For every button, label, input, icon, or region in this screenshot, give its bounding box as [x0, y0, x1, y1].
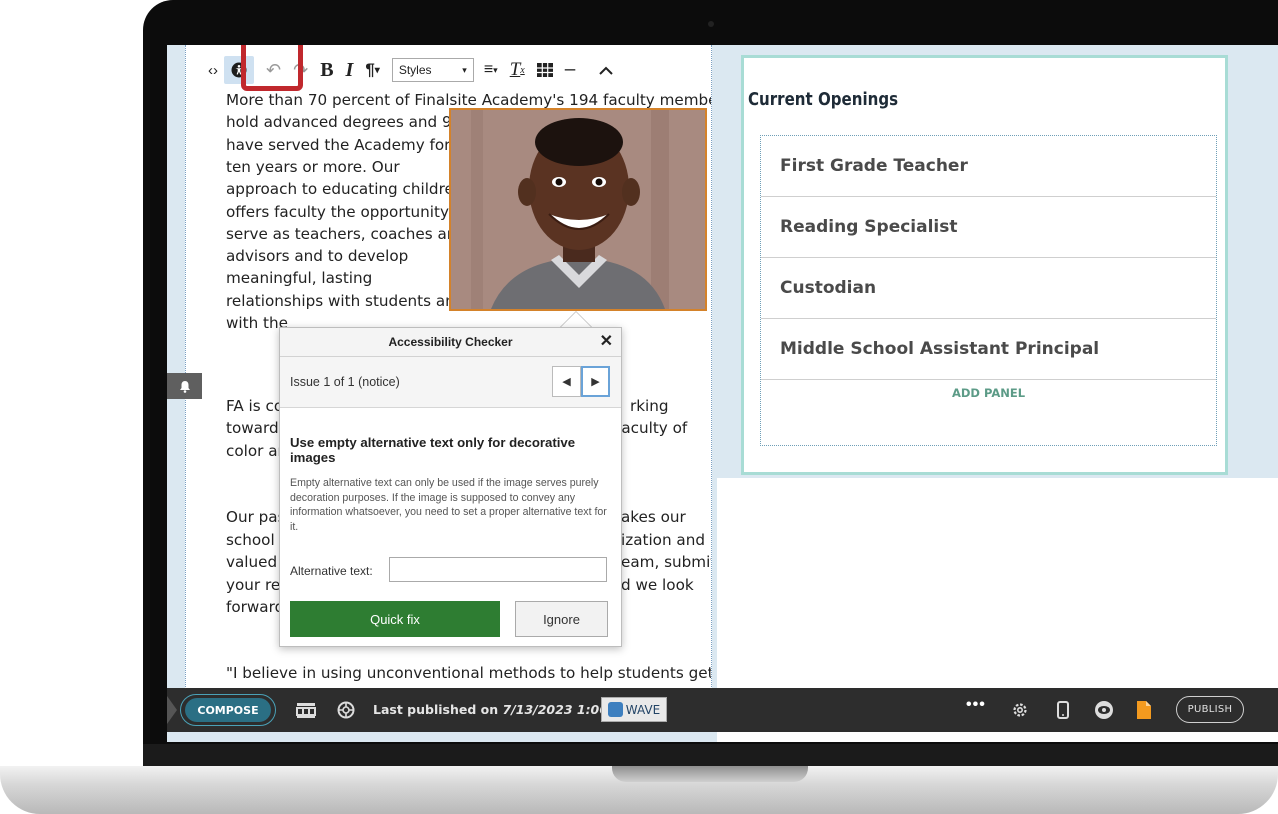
compose-button[interactable]: COMPOSE — [185, 698, 271, 722]
accordion-item[interactable]: Middle School Assistant Principal — [761, 319, 1216, 380]
alt-text-label: Alternative text: — [290, 564, 373, 578]
preview-eye-icon[interactable] — [1093, 699, 1115, 721]
openings-accordion: First Grade Teacher Reading Specialist C… — [760, 135, 1217, 446]
compose-button-outline[interactable]: COMPOSE — [180, 694, 276, 726]
openings-panel: Current Openings First Grade Teacher Rea… — [741, 55, 1228, 475]
para3-line4-right: d we look — [621, 576, 694, 594]
wave-label: WAVE — [625, 702, 661, 717]
source-code-icon[interactable]: ‹› — [208, 56, 218, 84]
layout-icon[interactable] — [295, 699, 317, 721]
accordion-item[interactable]: First Grade Teacher — [761, 136, 1216, 197]
para3-line1: Our pas — [226, 508, 286, 526]
editor-column: ‹› ↶ ↷ B I ¶ ▾ Styles ▾ ≡ ▾ T x – More t… — [167, 45, 717, 742]
issue-count: Issue 1 of 1 (notice) — [290, 375, 400, 389]
para2-line1-right: rking — [630, 397, 669, 415]
table-icon[interactable] — [536, 56, 553, 84]
paragraph-1-line: serve as teachers, coaches and — [226, 224, 467, 243]
paragraph-1-line: ten years or more. Our — [226, 157, 400, 176]
align-icon[interactable]: ≡ ▾ — [484, 56, 498, 84]
accordion-item[interactable]: Custodian — [761, 258, 1216, 319]
italic-button[interactable]: I — [346, 56, 354, 84]
para3-line1-right: akes our — [621, 508, 686, 526]
openings-column: Current Openings First Grade Teacher Rea… — [717, 45, 1278, 478]
ignore-button[interactable]: Ignore — [515, 601, 608, 637]
rich-text-editor[interactable]: ‹› ↶ ↷ B I ¶ ▾ Styles ▾ ≡ ▾ T x – More t… — [185, 45, 712, 695]
laptop-camera — [708, 21, 714, 27]
wave-button[interactable]: WAVE — [601, 697, 667, 722]
quick-fix-button[interactable]: Quick fix — [290, 601, 500, 637]
para3-line2: school t — [226, 531, 286, 549]
wave-logo-icon — [607, 702, 623, 717]
paragraph-1-line: offers faculty the opportunity to — [226, 202, 470, 221]
paragraph-1-line: have served the Academy for — [226, 135, 451, 154]
help-wheel-icon[interactable] — [335, 699, 357, 721]
highlight-box — [241, 45, 303, 91]
para2-line2-right: faculty of — [616, 419, 688, 437]
notifications-tab[interactable] — [167, 373, 202, 399]
last-published-prefix: Last published on — [373, 702, 503, 717]
page-file-icon[interactable] — [1133, 699, 1155, 721]
horizontal-line-icon[interactable]: – — [565, 56, 576, 84]
previous-issue-button[interactable]: ◀ — [552, 366, 581, 397]
dialog-pointer — [560, 311, 592, 327]
more-options-icon[interactable]: ••• — [966, 696, 986, 714]
issue-title: Use empty alternative text only for deco… — [290, 435, 576, 465]
dialog-title: Accessibility Checker — [388, 335, 513, 349]
next-issue-button[interactable]: ▶ — [581, 366, 610, 397]
bottom-toolbar: COMPOSE Last published on 7/13/2023 1:06… — [167, 688, 1278, 732]
chevron-down-icon: ▾ — [462, 64, 467, 75]
styles-dropdown[interactable]: Styles ▾ — [391, 58, 474, 82]
openings-title: Current Openings — [748, 90, 899, 110]
quote-line: "I believe in using unconventional metho… — [226, 664, 712, 682]
laptop-screen: ‹› ↶ ↷ B I ¶ ▾ Styles ▾ ≡ ▾ T x – More t… — [167, 45, 1278, 742]
student-photo[interactable] — [449, 108, 707, 311]
close-icon[interactable]: ✕ — [600, 328, 613, 356]
paragraph-1-line: meaningful, lasting — [226, 269, 373, 288]
mobile-preview-icon[interactable] — [1052, 699, 1074, 721]
paragraph-1-line: relationships with students and — [226, 291, 465, 310]
issue-nav-buttons: ◀ ▶ — [552, 366, 610, 397]
paragraph-1-line: approach to educating children — [226, 180, 464, 199]
add-panel-button[interactable]: ADD PANEL — [761, 380, 1216, 400]
publish-button[interactable]: PUBLISH — [1176, 696, 1244, 723]
para2-line1: FA is co — [226, 397, 284, 415]
accordion-item[interactable]: Reading Specialist — [761, 197, 1216, 258]
alt-text-input[interactable] — [389, 557, 607, 582]
issue-description: Empty alternative text can only be used … — [290, 477, 607, 533]
paragraph-1-line: advisors and to develop — [226, 247, 409, 266]
dialog-header: Accessibility Checker ✕ — [280, 328, 621, 357]
para2-line2: towards — [226, 419, 287, 437]
laptop-notch — [612, 766, 808, 782]
last-published-text: Last published on 7/13/2023 1:06am — [373, 702, 629, 717]
bold-button[interactable]: B — [320, 56, 333, 84]
paragraph-1-line: hold advanced degrees and 95 — [226, 113, 462, 132]
clear-format-icon[interactable]: Tx — [510, 56, 525, 84]
para2-line3: color ar — [226, 442, 284, 460]
para3-line3-right: eam, submit — [621, 553, 712, 571]
collapse-toolbar-icon[interactable] — [599, 56, 614, 84]
para3-line2-right: ization and — [621, 531, 705, 549]
smiling-child-image — [451, 110, 705, 309]
para3-line5: forward — [226, 598, 285, 616]
laptop-hinge — [143, 744, 1278, 768]
issue-navigation-row: Issue 1 of 1 (notice) ◀ ▶ — [280, 357, 621, 408]
styles-dropdown-label: Styles — [398, 63, 432, 77]
settings-gear-icon[interactable] — [1009, 699, 1031, 721]
paragraph-format-icon[interactable]: ¶ ▾ — [365, 56, 380, 84]
accessibility-checker-dialog: Accessibility Checker ✕ Issue 1 of 1 (no… — [279, 327, 622, 647]
bell-icon — [179, 380, 190, 393]
collapse-arrow-icon[interactable] — [167, 696, 177, 724]
